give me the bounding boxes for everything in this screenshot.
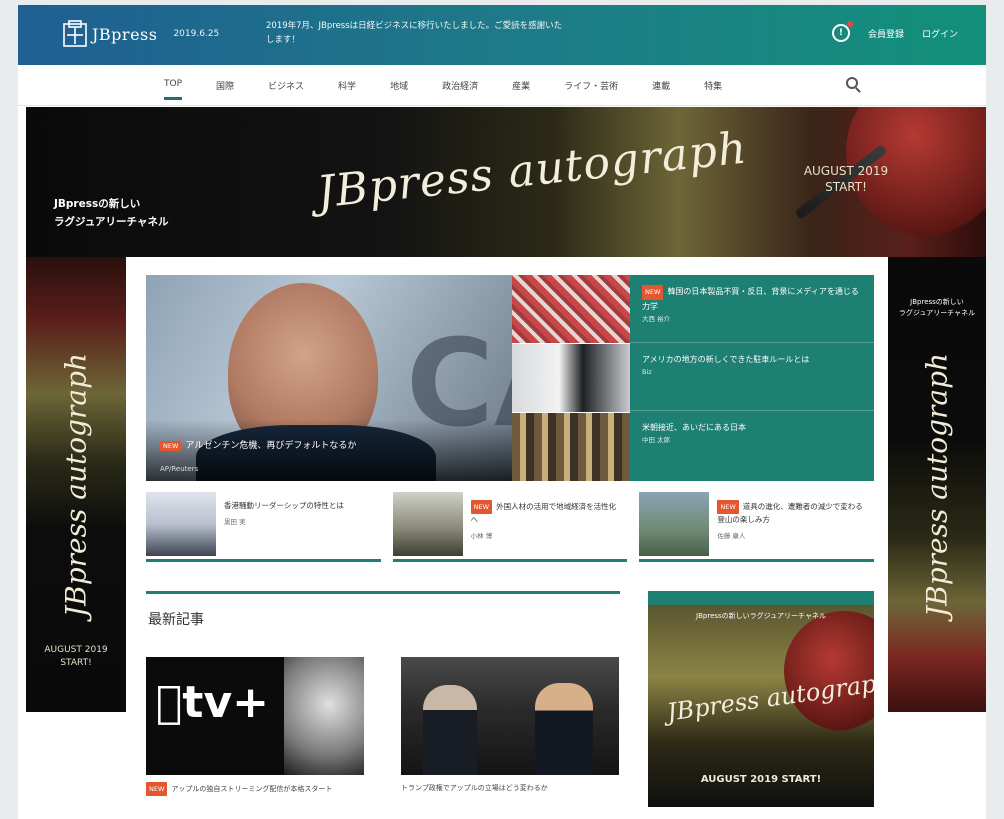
- headline-item[interactable]: アメリカの地方の新しくできた駐車ルールとは Biz: [630, 343, 874, 411]
- article-card-author: 小林 博: [470, 532, 493, 540]
- apple-icon: : [156, 677, 182, 728]
- register-link[interactable]: 会員登録: [868, 27, 904, 40]
- headline-item[interactable]: NEW 韓国の日本製品不買・反日、背景にメディアを通じる力学 大西 裕介: [630, 275, 874, 343]
- person-right-photo: [535, 683, 593, 775]
- latest-heading: 最新記事: [148, 612, 204, 628]
- article-card-text: NEW 道具の進化、遭難者の減少で変わる登山の楽しみ方 佐藤 康人: [709, 492, 866, 559]
- headline-author: Biz: [642, 368, 652, 376]
- hero-credit: AP/Reuters: [160, 465, 199, 473]
- headline-title: 米朝接近、あいだにある日本: [642, 423, 746, 432]
- header-date: 2019.6.25: [173, 29, 220, 39]
- right-banner-script: JBpress autograph: [920, 352, 954, 617]
- latest-article-title: アップルの独自ストリーミング配信が本格スタート: [171, 785, 333, 793]
- hero-article[interactable]: CA NEWアルゼンチン危機、再びデフォルトなるか AP/Reuters: [146, 275, 512, 481]
- new-badge: NEW: [160, 441, 182, 451]
- banner-copy: JBpressの新しい ラグジュアリーチャネル: [54, 195, 168, 231]
- article-card-text: 香港騒動リーダーシップの特性とは 黒田 実: [216, 492, 344, 559]
- thumbnail-market[interactable]: [512, 413, 630, 482]
- article-card-image: [146, 492, 216, 556]
- main-nav: TOP 国際 ビジネス 科学 地域 政治経済 産業 ライフ・芸術 連載 特集: [18, 65, 986, 106]
- nav-item-science[interactable]: 科学: [338, 79, 356, 92]
- thumbnail-meeting[interactable]: [512, 344, 630, 413]
- latest-article-image[interactable]: tv+: [146, 657, 364, 775]
- left-banner-tagline-line-2: START!: [60, 658, 92, 668]
- new-badge: NEW: [642, 285, 664, 300]
- left-banner-tagline-line-1: AUGUST 2019: [44, 645, 108, 655]
- article-card-title: 香港騒動リーダーシップの特性とは: [224, 501, 344, 510]
- article-card[interactable]: NEW 道具の進化、遭難者の減少で変わる登山の楽しみ方 佐藤 康人: [639, 492, 875, 562]
- hero-title-text: アルゼンチン危機、再びデフォルトなるか: [185, 441, 357, 451]
- autograph-ad[interactable]: JBpressの新しいラグジュアリーチャネル JBpress autograph…: [648, 591, 874, 807]
- apple-tv-logo: tv+: [156, 677, 269, 728]
- banner-copy-line-2: ラグジュアリーチャネル: [54, 216, 169, 228]
- portrait-photo: [284, 657, 364, 775]
- page: JBpress 2019.6.25 2019年7月、JBpressは日経ビジネス…: [18, 5, 986, 819]
- nav-item-politics[interactable]: 政治経済: [442, 79, 478, 92]
- article-card[interactable]: NEW 外国人材の活用で地域経済を活性化へ 小林 博: [392, 492, 628, 562]
- ad-tagline: AUGUST 2019 START!: [700, 774, 822, 785]
- logo-text: JBpress: [92, 24, 158, 44]
- notification-mark: !: [838, 28, 844, 38]
- site-logo[interactable]: JBpress 2019.6.25: [62, 20, 219, 48]
- notification-icon[interactable]: !: [831, 21, 853, 42]
- section-divider: [146, 591, 620, 594]
- nav-item-international[interactable]: 国際: [216, 79, 234, 92]
- article-card[interactable]: 香港騒動リーダーシップの特性とは 黒田 実: [146, 492, 381, 562]
- nav-item-series[interactable]: 連載: [652, 79, 670, 92]
- thumbnail-crowd[interactable]: [512, 275, 630, 344]
- right-banner-copy: JBpressの新しい ラグジュアリーチャネル: [888, 297, 986, 319]
- hero-thumbnails: [512, 275, 630, 482]
- headline-title: 韓国の日本製品不買・反日、背景にメディアを通じる力学: [642, 287, 859, 311]
- hero-title: NEW アルゼンチン危機、再びデフォルトなるか: [160, 438, 356, 451]
- header-notice[interactable]: 2019年7月、JBpressは日経ビジネスに移行いたしました。ご愛読を感謝いた…: [266, 19, 566, 47]
- jbpress-logo-icon: [63, 20, 87, 47]
- tv-plus-text: tv+: [156, 677, 269, 728]
- header-right: ! 会員登録 ログイン: [831, 21, 958, 42]
- right-banner-copy-line-2: ラグジュアリーチャネル: [898, 309, 976, 317]
- left-banner-script: JBpress autograph: [59, 352, 93, 617]
- person-left-photo: [423, 685, 477, 775]
- article-card-author: 黒田 実: [224, 518, 246, 526]
- banner-tagline-line-1: AUGUST 2019: [803, 164, 889, 178]
- nav-item-industry[interactable]: 産業: [512, 79, 530, 92]
- autograph-banner-left[interactable]: JBpress autograph AUGUST 2019 START!: [26, 257, 126, 712]
- headline-author: 中田 太郎: [642, 436, 671, 444]
- new-badge: NEW: [146, 782, 168, 796]
- nav-item-feature[interactable]: 特集: [704, 79, 722, 92]
- latest-article-caption[interactable]: NEW アップルの独自ストリーミング配信が本格スタート: [146, 782, 364, 796]
- notification-dot: [846, 21, 853, 27]
- banner-tagline: AUGUST 2019 START!: [786, 163, 906, 195]
- headline-author: 大西 裕介: [642, 315, 671, 323]
- article-card-author: 佐藤 康人: [717, 532, 746, 540]
- right-banner-copy-line-1: JBpressの新しい: [910, 298, 964, 306]
- latest-article-caption[interactable]: トランプ政権でアップルの立場はどう変わるか: [401, 782, 619, 794]
- headline-item[interactable]: 米朝接近、あいだにある日本 中田 太郎: [630, 411, 874, 479]
- banner-copy-line-1: JBpressの新しい: [54, 198, 141, 210]
- headline-list: NEW 韓国の日本製品不買・反日、背景にメディアを通じる力学 大西 裕介 アメリカ…: [630, 275, 874, 481]
- new-badge: NEW: [470, 500, 493, 514]
- ad-copy: JBpressの新しいラグジュアリーチャネル: [696, 612, 826, 620]
- article-card-title: 外国人材の活用で地域経済を活性化へ: [470, 502, 617, 524]
- autograph-banner-top[interactable]: JBpressの新しい ラグジュアリーチャネル JBpress autograp…: [26, 107, 986, 257]
- article-card-image: [392, 492, 463, 556]
- article-cards: 香港騒動リーダーシップの特性とは 黒田 実 NEW 外国人材の活用で地域経済を活性…: [146, 492, 875, 562]
- article-card-title: 道具の進化、遭難者の減少で変わる登山の楽しみ方: [717, 502, 863, 524]
- latest-article-image[interactable]: [401, 657, 619, 775]
- nav-item-business[interactable]: ビジネス: [268, 79, 304, 92]
- site-header: JBpress 2019.6.25 2019年7月、JBpressは日経ビジネス…: [18, 5, 986, 65]
- autograph-banner-right[interactable]: JBpressの新しい ラグジュアリーチャネル JBpress autograp…: [888, 257, 986, 712]
- banner-tagline-line-2: START!: [825, 180, 867, 194]
- nav-item-region[interactable]: 地域: [390, 79, 408, 92]
- article-card-text: NEW 外国人材の活用で地域経済を活性化へ 小林 博: [463, 492, 620, 559]
- article-card-image: [639, 492, 710, 556]
- new-badge: NEW: [717, 500, 739, 514]
- nav-item-top[interactable]: TOP: [164, 79, 183, 100]
- nav-item-life[interactable]: ライフ・芸術: [564, 79, 618, 92]
- login-link[interactable]: ログイン: [922, 27, 958, 40]
- headline-title: アメリカの地方の新しくできた駐車ルールとは: [642, 355, 810, 364]
- search-icon[interactable]: [846, 77, 858, 89]
- left-banner-tagline: AUGUST 2019 START!: [26, 644, 126, 670]
- banner-script-logo: JBpress autograph: [314, 122, 750, 219]
